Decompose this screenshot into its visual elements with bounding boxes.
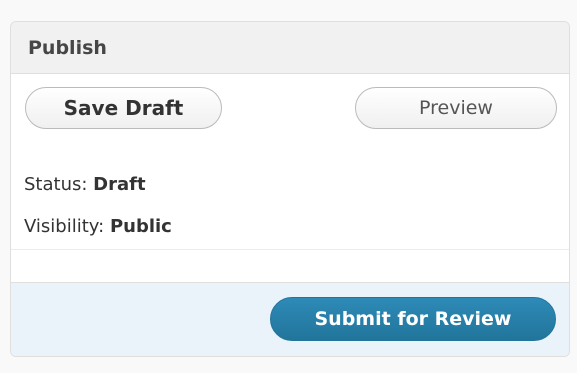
visibility-value: Public <box>109 216 172 237</box>
preview-button[interactable]: Preview <box>355 87 557 129</box>
status-label: Status: <box>24 174 88 195</box>
panel-footer: Submit for Review <box>11 282 569 356</box>
visibility-row: Visibility: Public <box>24 216 172 237</box>
visibility-label: Visibility: <box>24 216 105 237</box>
divider <box>11 249 569 250</box>
publish-panel: Publish Save Draft Preview Status: Draft… <box>10 21 570 357</box>
panel-header: Publish <box>11 22 569 74</box>
actions-row: Save Draft Preview <box>11 74 569 142</box>
panel-title: Publish <box>28 36 107 59</box>
submit-for-review-button[interactable]: Submit for Review <box>270 297 556 341</box>
save-draft-button[interactable]: Save Draft <box>25 87 222 129</box>
status-row: Status: Draft <box>24 174 146 195</box>
status-value: Draft <box>93 174 146 195</box>
